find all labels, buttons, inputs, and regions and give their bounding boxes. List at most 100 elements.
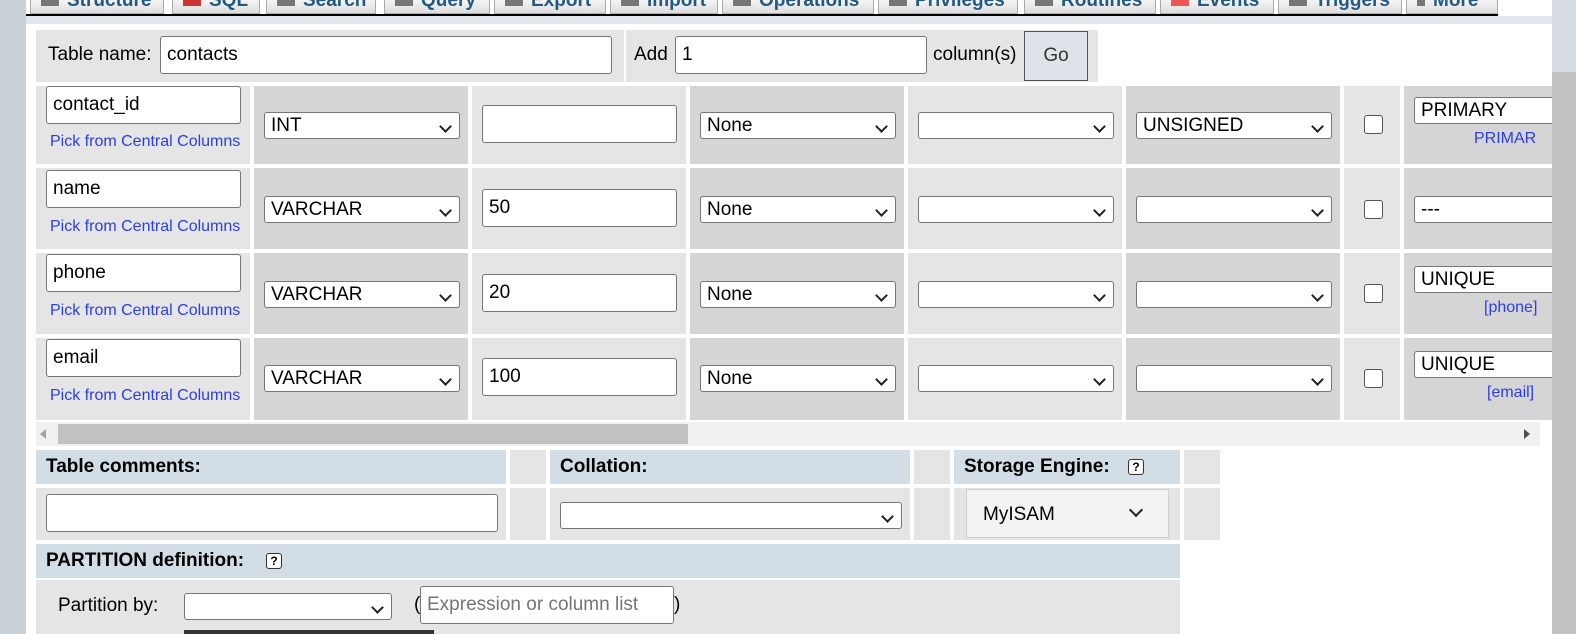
table-comments-label: Table comments: bbox=[46, 456, 201, 477]
column-default-select[interactable]: None bbox=[700, 196, 896, 223]
null-checkbox[interactable] bbox=[1364, 200, 1383, 219]
partitions-select[interactable] bbox=[184, 630, 434, 634]
help-icon[interactable]: ? bbox=[266, 553, 282, 569]
chevron-down-icon bbox=[439, 204, 452, 217]
tab-operations[interactable]: Operations bbox=[722, 0, 874, 14]
column-index-select[interactable]: PRIMARY bbox=[1414, 97, 1552, 124]
column-name-input[interactable] bbox=[46, 170, 241, 208]
chevron-down-icon bbox=[371, 601, 384, 614]
column-collation-select[interactable] bbox=[918, 112, 1114, 139]
column-name-input[interactable] bbox=[46, 339, 241, 377]
column-length-input[interactable] bbox=[482, 358, 677, 396]
column-default-select[interactable]: None bbox=[700, 112, 896, 139]
column-type-select[interactable]: VARCHAR bbox=[264, 196, 460, 223]
tab-more[interactable]: More bbox=[1406, 0, 1498, 14]
column-type-select[interactable]: INT bbox=[264, 112, 460, 139]
sql-icon bbox=[183, 0, 201, 6]
pick-central-columns-link[interactable]: Pick from Central Columns bbox=[50, 218, 240, 236]
select-value: INT bbox=[271, 115, 302, 136]
storage-engine-select[interactable]: MyISAM bbox=[966, 489, 1169, 538]
chevron-down-icon bbox=[1311, 120, 1324, 133]
table-name-input[interactable] bbox=[160, 36, 612, 74]
index-name-link[interactable]: [email] bbox=[1487, 384, 1534, 402]
tab-label: Structure bbox=[67, 0, 152, 11]
scroll-left-arrow-icon[interactable] bbox=[40, 429, 46, 439]
chevron-down-icon bbox=[1311, 204, 1324, 217]
spacer-cell bbox=[510, 450, 546, 484]
scroll-right-arrow-icon[interactable] bbox=[1524, 429, 1530, 439]
horizontal-scrollbar-thumb[interactable] bbox=[58, 424, 688, 444]
routines-icon bbox=[1035, 0, 1053, 6]
null-checkbox[interactable] bbox=[1364, 369, 1383, 388]
column-name-input[interactable] bbox=[46, 254, 241, 292]
chevron-down-icon bbox=[1093, 373, 1106, 386]
partition-header: PARTITION definition: ? bbox=[36, 544, 1180, 578]
column-attributes-select[interactable] bbox=[1136, 365, 1332, 392]
export-icon bbox=[505, 0, 523, 6]
index-name-link[interactable]: [phone] bbox=[1484, 299, 1537, 317]
search-icon bbox=[277, 0, 295, 6]
chevron-down-icon bbox=[439, 373, 452, 386]
pick-central-columns-link[interactable]: Pick from Central Columns bbox=[50, 387, 240, 405]
page-scrollbar-thumb[interactable] bbox=[1552, 72, 1576, 634]
column-index-select[interactable]: --- bbox=[1414, 196, 1552, 223]
partition-row: Partition by: ( ) bbox=[36, 580, 1180, 634]
index-name-link[interactable]: PRIMAR bbox=[1474, 130, 1536, 148]
tab-privileges[interactable]: Privileges bbox=[878, 0, 1018, 14]
tab-export[interactable]: Export bbox=[494, 0, 606, 14]
pick-central-columns-link[interactable]: Pick from Central Columns bbox=[50, 302, 240, 320]
column-collation-select[interactable] bbox=[918, 196, 1114, 223]
null-checkbox[interactable] bbox=[1364, 284, 1383, 303]
main-content: Structure SQL Search Query Export Import… bbox=[26, 0, 1552, 634]
tab-triggers[interactable]: Triggers bbox=[1278, 0, 1402, 14]
tab-search[interactable]: Search bbox=[266, 0, 376, 14]
column-index-select[interactable]: UNIQUE bbox=[1414, 266, 1552, 293]
table-collation-select[interactable] bbox=[560, 502, 902, 529]
table-comments-input[interactable] bbox=[46, 494, 498, 532]
add-columns-count-input[interactable] bbox=[675, 36, 927, 74]
table-comments-header: Table comments: bbox=[36, 450, 506, 484]
tab-label: Triggers bbox=[1315, 0, 1390, 11]
column-attributes-select[interactable] bbox=[1136, 196, 1332, 223]
column-default-select[interactable]: None bbox=[700, 281, 896, 308]
tab-query[interactable]: Query bbox=[384, 0, 490, 14]
tab-bar: Structure SQL Search Query Export Import… bbox=[26, 0, 1552, 14]
select-value: PRIMARY bbox=[1421, 100, 1508, 121]
column-collation-select[interactable] bbox=[918, 365, 1114, 392]
tab-sql[interactable]: SQL bbox=[172, 0, 260, 14]
select-value: None bbox=[707, 115, 753, 136]
tab-import[interactable]: Import bbox=[610, 0, 718, 14]
chevron-down-icon bbox=[1093, 289, 1106, 302]
spacer-cell bbox=[510, 488, 546, 540]
partition-by-select[interactable] bbox=[184, 593, 392, 620]
more-icon bbox=[1417, 0, 1425, 6]
tab-routines[interactable]: Routines bbox=[1024, 0, 1156, 14]
tab-structure[interactable]: Structure bbox=[30, 0, 164, 14]
column-default-select[interactable]: None bbox=[700, 365, 896, 392]
tab-events[interactable]: Events bbox=[1160, 0, 1274, 14]
column-collation-select[interactable] bbox=[918, 281, 1114, 308]
chevron-down-icon bbox=[1128, 502, 1144, 518]
column-length-input[interactable] bbox=[482, 105, 677, 143]
column-type-select[interactable]: VARCHAR bbox=[264, 365, 460, 392]
add-label: Add bbox=[634, 44, 668, 65]
help-icon[interactable]: ? bbox=[1128, 459, 1144, 475]
column-attributes-select[interactable] bbox=[1136, 281, 1332, 308]
chevron-down-icon bbox=[1311, 373, 1324, 386]
column-type-select[interactable]: VARCHAR bbox=[264, 281, 460, 308]
tab-bar-spacer bbox=[26, 16, 1552, 24]
column-index-select[interactable]: UNIQUE bbox=[1414, 351, 1552, 378]
column-name-input[interactable] bbox=[46, 86, 241, 124]
left-gutter bbox=[0, 0, 26, 634]
column-attributes-select[interactable]: UNSIGNED bbox=[1136, 112, 1332, 139]
table-name-label: Table name: bbox=[48, 44, 152, 65]
partition-expression-input[interactable] bbox=[420, 586, 674, 624]
null-checkbox[interactable] bbox=[1364, 115, 1383, 134]
tab-label: Routines bbox=[1061, 0, 1143, 11]
storage-engine-header: Storage Engine: ? bbox=[954, 450, 1180, 484]
pick-central-columns-link[interactable]: Pick from Central Columns bbox=[50, 133, 240, 151]
tab-label: Import bbox=[647, 0, 707, 11]
go-button[interactable]: Go bbox=[1024, 31, 1088, 81]
column-length-input[interactable] bbox=[482, 274, 677, 312]
column-length-input[interactable] bbox=[482, 189, 677, 227]
